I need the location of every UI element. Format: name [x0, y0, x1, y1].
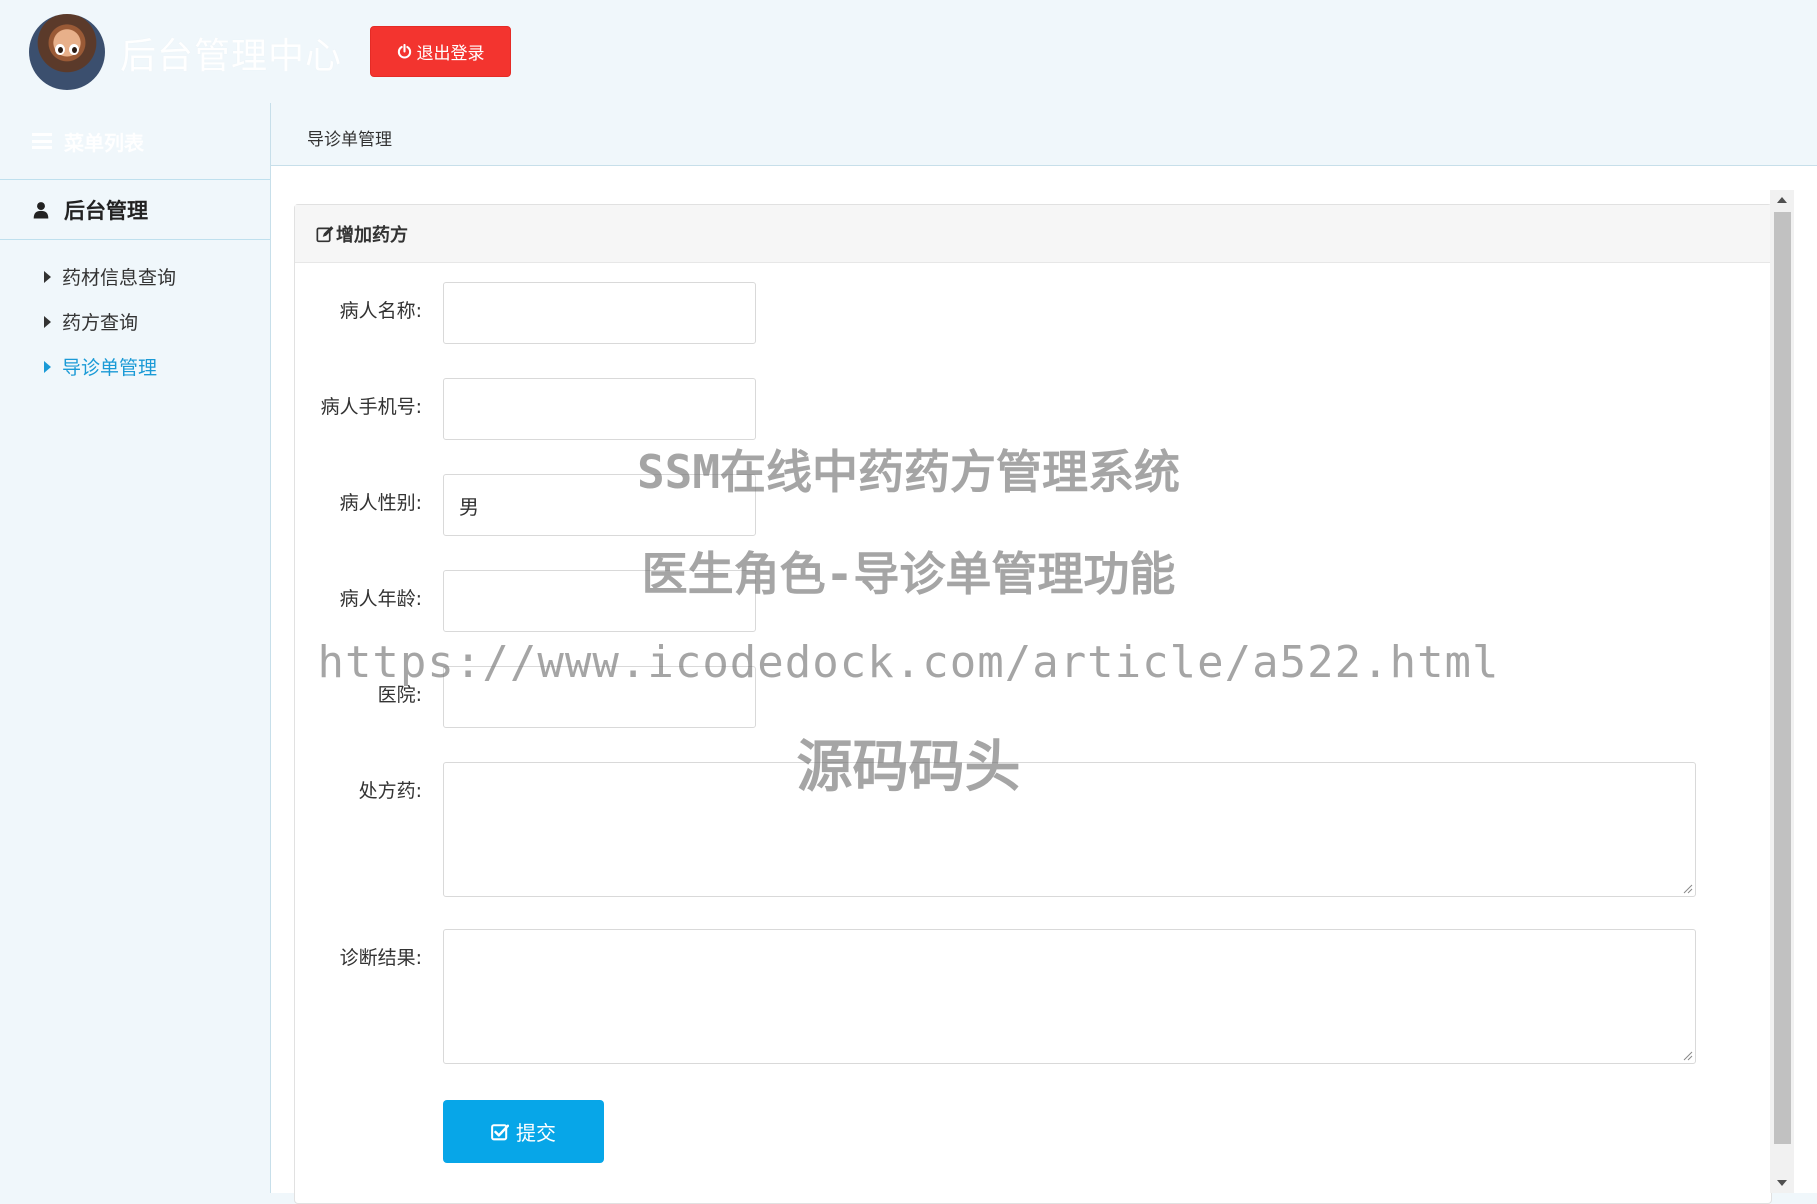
- logout-button[interactable]: 退出登录: [370, 26, 511, 77]
- sidebar-group-label: 后台管理: [64, 198, 148, 223]
- user-icon: [32, 201, 50, 219]
- menu-bars-icon: [32, 133, 52, 149]
- panel-title: 增加药方: [336, 224, 408, 246]
- sidebar-item-triage-management[interactable]: 导诊单管理: [0, 344, 270, 389]
- sidebar-group-backend[interactable]: 后台管理: [0, 180, 270, 240]
- app-title: 后台管理中心: [120, 36, 343, 77]
- scroll-down-arrow-icon[interactable]: [1770, 1173, 1794, 1193]
- logout-label: 退出登录: [416, 44, 485, 64]
- vertical-scrollbar[interactable]: [1770, 190, 1794, 1193]
- caret-right-icon: [44, 315, 51, 328]
- menu-title: 菜单列表: [64, 130, 144, 155]
- breadcrumb: 导诊单管理: [307, 130, 392, 150]
- patient-gender-input[interactable]: 男: [443, 474, 756, 536]
- sidebar: 菜单列表 后台管理 药材信息查询 药方查询 导诊单管理: [0, 103, 271, 1193]
- scroll-up-arrow-icon[interactable]: [1770, 190, 1794, 210]
- edit-icon: [316, 225, 334, 243]
- prescription-textarea[interactable]: [443, 762, 1696, 897]
- submit-label: 提交: [516, 1121, 556, 1145]
- caret-right-icon: [44, 270, 51, 283]
- patient-age-label: 病人年龄:: [339, 588, 422, 610]
- patient-age-input[interactable]: [443, 570, 756, 632]
- hospital-label: 医院:: [377, 684, 422, 706]
- diagnosis-label: 诊断结果:: [339, 947, 422, 969]
- menu-header: 菜单列表: [0, 103, 270, 180]
- hospital-input[interactable]: [443, 666, 756, 728]
- diagnosis-textarea[interactable]: [443, 929, 1696, 1064]
- sidebar-item-herb-info[interactable]: 药材信息查询: [0, 254, 270, 299]
- form-panel: 增加药方 病人名称: 病人手机号: 病人性别: 男 病人年龄: 医院: 处方药:…: [294, 204, 1772, 1204]
- avatar: [29, 14, 105, 90]
- main-content: 增加药方 病人名称: 病人手机号: 病人性别: 男 病人年龄: 医院: 处方药:…: [271, 165, 1817, 1204]
- breadcrumb-bar: 导诊单管理: [271, 103, 1817, 165]
- patient-phone-input[interactable]: [443, 378, 756, 440]
- submit-button[interactable]: 提交: [443, 1100, 604, 1163]
- patient-gender-label: 病人性别:: [339, 492, 422, 514]
- resize-grip-icon[interactable]: [1681, 882, 1693, 894]
- patient-name-label: 病人名称:: [339, 300, 422, 322]
- prescription-label: 处方药:: [358, 780, 422, 802]
- check-square-icon: [491, 1123, 509, 1141]
- patient-name-input[interactable]: [443, 282, 756, 344]
- top-header: 后台管理中心 退出登录: [0, 0, 1817, 103]
- sidebar-item-prescription-query[interactable]: 药方查询: [0, 299, 270, 344]
- sidebar-item-label: 导诊单管理: [62, 357, 158, 379]
- sidebar-nav: 药材信息查询 药方查询 导诊单管理: [0, 240, 270, 389]
- panel-header: 增加药方: [295, 205, 1771, 263]
- patient-phone-label: 病人手机号:: [320, 396, 422, 418]
- caret-right-icon: [44, 360, 51, 373]
- scroll-thumb[interactable]: [1774, 212, 1791, 1144]
- resize-grip-icon[interactable]: [1681, 1049, 1693, 1061]
- sidebar-item-label: 药材信息查询: [62, 267, 177, 289]
- power-icon: [397, 44, 412, 59]
- sidebar-item-label: 药方查询: [62, 312, 139, 334]
